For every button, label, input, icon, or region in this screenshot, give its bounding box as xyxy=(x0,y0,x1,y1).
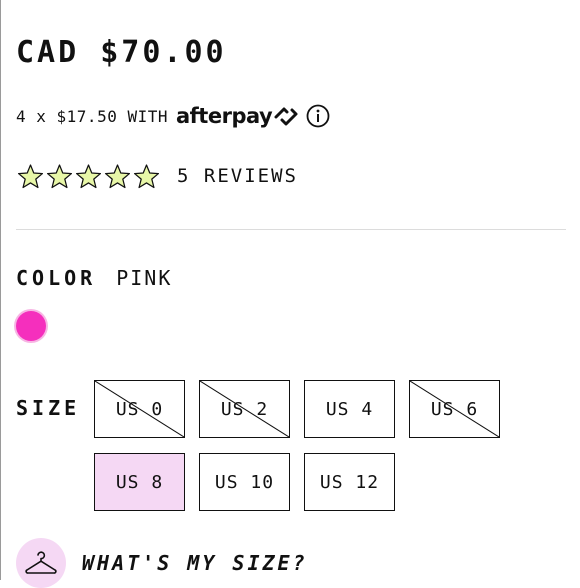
divider xyxy=(16,229,566,230)
reviews-link[interactable]: 5 REVIEWS xyxy=(177,165,298,187)
unavailable-slash xyxy=(410,381,499,437)
size-option-label: US 4 xyxy=(325,398,374,420)
size-option-label: US 12 xyxy=(319,471,380,493)
hanger-icon xyxy=(25,551,57,574)
star-icon xyxy=(16,162,45,190)
afterpay-wordmark: afterpay xyxy=(176,104,273,128)
color-value: PINK xyxy=(116,266,173,290)
product-price: CAD $70.00 xyxy=(16,35,227,70)
product-rating: 5 REVIEWS xyxy=(16,160,298,192)
size-option-us-4[interactable]: US 4 xyxy=(304,380,395,438)
unavailable-slash xyxy=(200,381,289,437)
size-option-us-12[interactable]: US 12 xyxy=(304,453,395,511)
info-circle-icon[interactable] xyxy=(306,104,330,128)
installment-text: 4 x $17.50 WITH xyxy=(16,106,168,126)
star-icon xyxy=(103,162,132,190)
size-guide: WHAT'S MY SIZE? xyxy=(16,538,308,588)
hanger-icon-badge[interactable] xyxy=(16,538,66,588)
star-rating xyxy=(16,162,161,190)
color-row: COLOR PINK xyxy=(16,266,172,290)
size-option-us-2[interactable]: US 2 xyxy=(199,380,290,438)
size-option-us-8[interactable]: US 8 xyxy=(94,453,185,511)
afterpay-arrows-icon xyxy=(274,107,298,126)
color-label: COLOR xyxy=(16,266,97,290)
whats-my-size-link[interactable]: WHAT'S MY SIZE? xyxy=(82,551,308,575)
star-icon xyxy=(45,162,74,190)
star-icon xyxy=(74,162,103,190)
unavailable-slash xyxy=(95,381,184,437)
afterpay-logo: afterpay xyxy=(176,104,299,128)
left-border xyxy=(0,0,1,580)
size-option-us-10[interactable]: US 10 xyxy=(199,453,290,511)
size-option-us-6[interactable]: US 6 xyxy=(409,380,500,438)
size-option-us-0[interactable]: US 0 xyxy=(94,380,185,438)
installment-info: 4 x $17.50 WITH afterpay xyxy=(16,100,330,132)
star-icon xyxy=(132,162,161,190)
size-option-label: US 10 xyxy=(214,471,275,493)
size-option-label: US 8 xyxy=(115,471,164,493)
color-swatch-pink[interactable] xyxy=(16,311,46,341)
size-label: SIZE xyxy=(16,396,81,420)
